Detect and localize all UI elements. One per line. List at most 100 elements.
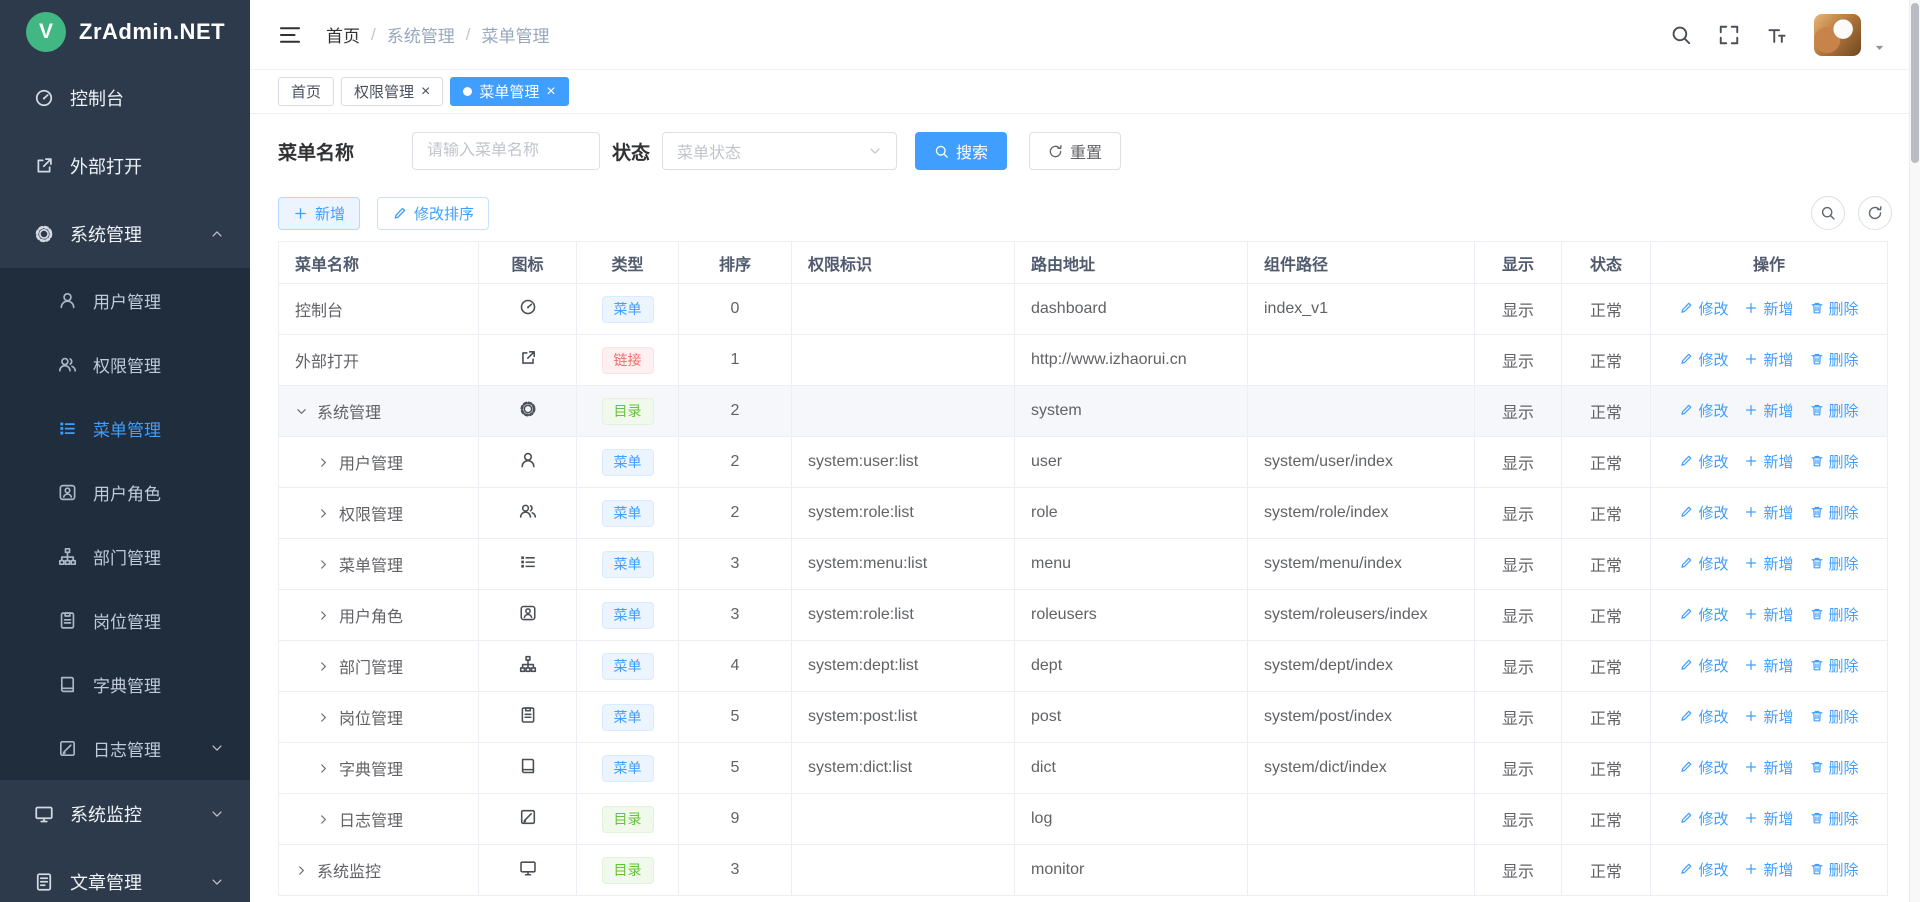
hamburger-icon[interactable]	[278, 23, 302, 47]
search-circle-button[interactable]	[1811, 196, 1845, 230]
delete-link[interactable]: 删除	[1810, 859, 1859, 880]
reset-button[interactable]: 重置	[1029, 132, 1121, 170]
delete-link[interactable]: 删除	[1810, 757, 1859, 778]
sidebar-item-system[interactable]: 系统管理	[0, 200, 250, 268]
scrollbar-thumb[interactable]	[1911, 3, 1919, 163]
sidebar-item-monitor[interactable]: 系统监控	[0, 780, 250, 848]
edit-link[interactable]: 修改	[1679, 604, 1728, 625]
chevron-right-icon[interactable]	[317, 507, 330, 520]
sidebar-item-role[interactable]: 权限管理	[0, 332, 250, 396]
edit-icon	[392, 206, 407, 221]
menu-type-cell: 目录	[577, 794, 679, 845]
column-header: 类型	[577, 242, 679, 284]
chevron-right-icon[interactable]	[317, 711, 330, 724]
breadcrumb-item[interactable]: 首页	[326, 22, 360, 47]
actions-cell: 修改新增删除	[1651, 539, 1888, 590]
status-select[interactable]: 菜单状态	[662, 132, 897, 170]
tab-2[interactable]: 菜单管理×	[450, 77, 568, 106]
user-icon	[58, 291, 77, 310]
delete-link[interactable]: 删除	[1810, 604, 1859, 625]
search-icon[interactable]	[1670, 24, 1692, 46]
add-link[interactable]: 新增	[1744, 400, 1793, 421]
font-size-icon[interactable]	[1766, 24, 1788, 46]
scrollbar[interactable]	[1909, 0, 1920, 902]
sidebar-item-external-open[interactable]: 外部打开	[0, 132, 250, 200]
add-link[interactable]: 新增	[1744, 706, 1793, 727]
add-link[interactable]: 新增	[1744, 502, 1793, 523]
menu-name: 用户角色	[339, 603, 403, 627]
edit-link[interactable]: 修改	[1679, 808, 1728, 829]
fullscreen-icon[interactable]	[1718, 24, 1740, 46]
caret-down-icon[interactable]	[1873, 41, 1886, 54]
add-button[interactable]: 新增	[278, 197, 360, 230]
sidebar-item-log[interactable]: 日志管理	[0, 716, 250, 780]
status-cell: 正常	[1562, 641, 1651, 692]
chevron-right-icon[interactable]	[317, 762, 330, 775]
menu-name-wrap: 岗位管理	[295, 705, 462, 729]
menu-name-input-field[interactable]	[427, 142, 585, 160]
edit-link[interactable]: 修改	[1679, 349, 1728, 370]
sidebar-item-dashboard[interactable]: 控制台	[0, 64, 250, 132]
sidebar-item-dict[interactable]: 字典管理	[0, 652, 250, 716]
status-cell: 正常	[1562, 386, 1651, 437]
sidebar-item-post[interactable]: 岗位管理	[0, 588, 250, 652]
close-icon[interactable]: ×	[421, 84, 430, 100]
chevron-right-icon[interactable]	[317, 609, 330, 622]
delete-link[interactable]: 删除	[1810, 655, 1859, 676]
menu-name-cell: 岗位管理	[279, 692, 479, 743]
add-link[interactable]: 新增	[1744, 604, 1793, 625]
sidebar-item-article[interactable]: 文章管理	[0, 848, 250, 902]
add-link[interactable]: 新增	[1744, 859, 1793, 880]
delete-link[interactable]: 删除	[1810, 706, 1859, 727]
avatar[interactable]	[1814, 14, 1861, 56]
delete-link[interactable]: 删除	[1810, 400, 1859, 421]
delete-link[interactable]: 删除	[1810, 553, 1859, 574]
status-cell: 正常	[1562, 284, 1651, 335]
add-link[interactable]: 新增	[1744, 298, 1793, 319]
delete-link[interactable]: 删除	[1810, 349, 1859, 370]
menu-name-input[interactable]	[412, 132, 600, 170]
delete-link[interactable]: 删除	[1810, 502, 1859, 523]
search-button[interactable]: 搜索	[915, 132, 1007, 170]
status-cell: 正常	[1562, 539, 1651, 590]
add-link[interactable]: 新增	[1744, 808, 1793, 829]
breadcrumb-item[interactable]: 系统管理	[387, 22, 455, 47]
sidebar-item-roleusers[interactable]: 用户角色	[0, 460, 250, 524]
logo[interactable]: V ZrAdmin.NET	[0, 0, 250, 64]
edit-link[interactable]: 修改	[1679, 859, 1728, 880]
add-link[interactable]: 新增	[1744, 349, 1793, 370]
refresh-circle-button[interactable]	[1858, 196, 1892, 230]
chevron-right-icon[interactable]	[317, 813, 330, 826]
chevron-right-icon[interactable]	[317, 558, 330, 571]
add-link[interactable]: 新增	[1744, 757, 1793, 778]
chevron-down-icon[interactable]	[295, 405, 308, 418]
delete-link[interactable]: 删除	[1810, 808, 1859, 829]
edit-link[interactable]: 修改	[1679, 553, 1728, 574]
delete-link[interactable]: 删除	[1810, 451, 1859, 472]
sidebar-item-menu[interactable]: 菜单管理	[0, 396, 250, 460]
actions-cell: 修改新增删除	[1651, 488, 1888, 539]
edit-link[interactable]: 修改	[1679, 706, 1728, 727]
actions-cell: 修改新增删除	[1651, 743, 1888, 794]
edit-link[interactable]: 修改	[1679, 757, 1728, 778]
add-link[interactable]: 新增	[1744, 553, 1793, 574]
sidebar-item-user[interactable]: 用户管理	[0, 268, 250, 332]
edit-link[interactable]: 修改	[1679, 298, 1728, 319]
edit-icon	[1679, 709, 1693, 723]
edit-link[interactable]: 修改	[1679, 502, 1728, 523]
edit-link[interactable]: 修改	[1679, 655, 1728, 676]
close-icon[interactable]: ×	[546, 84, 555, 100]
chevron-right-icon[interactable]	[317, 456, 330, 469]
add-link[interactable]: 新增	[1744, 451, 1793, 472]
edit-link[interactable]: 修改	[1679, 451, 1728, 472]
sort-button[interactable]: 修改排序	[377, 197, 489, 230]
edit-link[interactable]: 修改	[1679, 400, 1728, 421]
chevron-right-icon[interactable]	[317, 660, 330, 673]
tab-1[interactable]: 权限管理×	[341, 77, 443, 106]
tab-0[interactable]: 首页	[278, 77, 334, 106]
header-actions	[1670, 24, 1788, 46]
add-link[interactable]: 新增	[1744, 655, 1793, 676]
sidebar-item-dept[interactable]: 部门管理	[0, 524, 250, 588]
chevron-right-icon[interactable]	[295, 864, 308, 877]
delete-link[interactable]: 删除	[1810, 298, 1859, 319]
